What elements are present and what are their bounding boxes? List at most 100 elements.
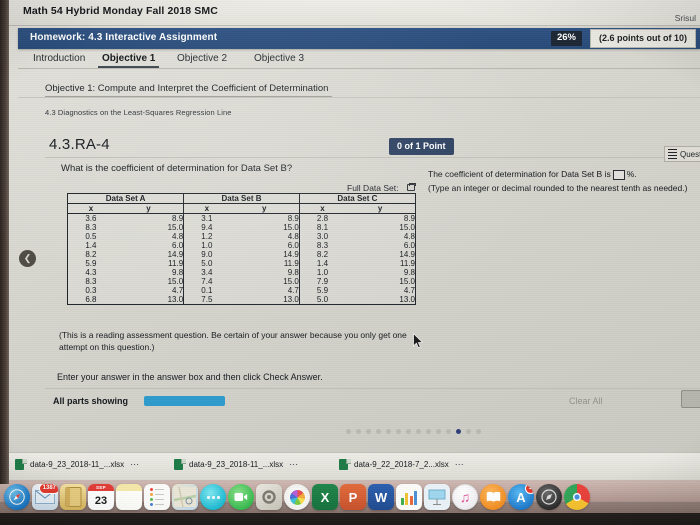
maps-icon[interactable] xyxy=(172,484,198,510)
download-item[interactable]: data-9_23_2018-11_...xlsx ⋯ xyxy=(15,459,140,470)
clear-all-button[interactable]: Clear All xyxy=(569,396,603,406)
next-question-button[interactable] xyxy=(681,390,700,408)
cell-by: 4.8 xyxy=(229,232,300,241)
pages-icon[interactable] xyxy=(116,484,142,510)
video-camera-icon xyxy=(234,493,248,501)
numbers-icon[interactable] xyxy=(396,484,422,510)
pager-dot[interactable] xyxy=(416,429,421,434)
excel-icon[interactable]: X xyxy=(312,484,338,510)
photos-icon[interactable] xyxy=(284,484,310,510)
cell-cy: 13.0 xyxy=(399,295,415,304)
user-name[interactable]: Srisul xyxy=(675,13,696,23)
presentation-icon xyxy=(428,489,446,505)
chrome-icon[interactable] xyxy=(564,484,590,510)
col-header-bx: x xyxy=(183,203,230,214)
monitor-bezel xyxy=(0,0,9,484)
table-row: 1.4 6.0 1.0 6.0 8.3 6.0 xyxy=(68,241,415,250)
finder-alt-icon[interactable] xyxy=(536,484,562,510)
ibooks-icon[interactable] xyxy=(480,484,506,510)
table-column-header-row: x y x y x y xyxy=(68,203,415,214)
cell-bx: 1.0 xyxy=(201,241,213,250)
mail-icon[interactable]: 1387 xyxy=(32,484,58,510)
word-icon[interactable]: W xyxy=(368,484,394,510)
facetime-icon[interactable] xyxy=(228,484,254,510)
col-header-ay: y xyxy=(113,203,185,214)
safari-icon[interactable] xyxy=(4,484,30,510)
itunes-icon[interactable]: ♫ xyxy=(452,484,478,510)
group-header-a: Data Set A xyxy=(68,194,185,204)
powerpoint-icon[interactable]: P xyxy=(340,484,366,510)
cell-ax: 5.9 xyxy=(85,259,97,268)
footer-divider xyxy=(45,388,700,389)
answer-panel: The coefficient of determination for Dat… xyxy=(428,168,700,195)
tab-introduction[interactable]: Introduction xyxy=(29,51,89,66)
pager-dot[interactable] xyxy=(436,429,441,434)
pager-dot[interactable] xyxy=(396,429,401,434)
pager-dot[interactable] xyxy=(446,429,451,434)
cell-cy: 4.8 xyxy=(403,232,415,241)
cell-cx: 1.0 xyxy=(316,268,329,277)
pager-dot[interactable] xyxy=(346,429,351,434)
table-group-header-row: Data Set A Data Set B Data Set C xyxy=(68,194,415,204)
cell-cy: 15.0 xyxy=(399,277,415,286)
popout-icon[interactable] xyxy=(407,183,416,191)
cell-bx: 5.0 xyxy=(201,259,213,268)
pager-dot[interactable] xyxy=(466,429,471,434)
tab-objective-1[interactable]: Objective 1 xyxy=(98,51,160,68)
cell-cy: 8.9 xyxy=(403,214,415,223)
cell-ax: 3.6 xyxy=(85,214,97,223)
pager-dot[interactable] xyxy=(476,429,481,434)
chat-dots-icon xyxy=(206,495,220,499)
question-pager[interactable] xyxy=(346,429,481,434)
download-menu-icon[interactable]: ⋯ xyxy=(455,459,465,470)
cell-cy: 14.9 xyxy=(399,250,415,259)
check-answer-button[interactable] xyxy=(144,396,225,406)
download-menu-icon[interactable]: ⋯ xyxy=(289,459,299,470)
pager-dot[interactable] xyxy=(426,429,431,434)
col-header-cy: y xyxy=(345,203,415,214)
calendar-icon[interactable]: SEP 23 xyxy=(88,484,114,510)
tab-objective-3[interactable]: Objective 3 xyxy=(250,51,308,66)
download-menu-icon[interactable]: ⋯ xyxy=(130,459,140,470)
question-help-button[interactable]: Question Help xyxy=(664,146,700,162)
download-filename: data-9_23_2018-11_...xlsx xyxy=(189,460,284,469)
download-item[interactable]: data-9_23_2018-11_...xlsx ⋯ xyxy=(174,459,299,470)
answer-input[interactable] xyxy=(612,169,625,180)
col-header-ax: x xyxy=(68,203,114,214)
contacts-icon[interactable] xyxy=(60,484,86,510)
download-item[interactable]: data-9_22_2018-7_2...xlsx ⋯ xyxy=(339,459,465,470)
pager-dot[interactable] xyxy=(376,429,381,434)
full-data-set-label: Full Data Set: xyxy=(347,183,399,193)
pager-dot-active[interactable] xyxy=(456,429,461,434)
cell-ay: 11.9 xyxy=(113,259,185,268)
pager-dot[interactable] xyxy=(386,429,391,434)
pager-dot[interactable] xyxy=(356,429,361,434)
cell-bx: 3.4 xyxy=(201,268,213,277)
question-number: 4.3.RA-4 xyxy=(49,136,110,153)
reminders-icon[interactable] xyxy=(144,484,170,510)
question-help-label: Question Help xyxy=(680,149,700,159)
table-row: 8.3 15.0 9.4 15.0 8.1 15.0 xyxy=(68,223,415,232)
excel-file-icon xyxy=(174,459,186,470)
download-filename: data-9_23_2018-11_...xlsx xyxy=(30,460,125,469)
cell-by: 4.7 xyxy=(229,286,300,295)
pager-dot[interactable] xyxy=(366,429,371,434)
group-header-c: Data Set C xyxy=(299,194,415,204)
pager-dot[interactable] xyxy=(406,429,411,434)
app-store-icon[interactable]: A 1 xyxy=(508,484,534,510)
cell-cx: 5.9 xyxy=(316,286,329,295)
cell-by: 15.0 xyxy=(229,223,300,232)
cell-bx: 0.1 xyxy=(201,286,213,295)
objective-divider xyxy=(18,97,700,98)
collapse-left-button[interactable]: ❮ xyxy=(19,250,36,267)
messages-icon[interactable] xyxy=(200,484,226,510)
system-preferences-icon[interactable] xyxy=(256,484,282,510)
tab-objective-2[interactable]: Objective 2 xyxy=(173,51,231,66)
keynote-icon[interactable] xyxy=(424,484,450,510)
table-row: 5.9 11.9 5.0 11.9 1.4 11.9 xyxy=(68,259,415,268)
cell-ay: 15.0 xyxy=(113,277,185,286)
cell-cx: 8.3 xyxy=(316,241,329,250)
cell-cx: 5.0 xyxy=(316,295,329,304)
objective-tabs: Introduction Objective 1 Objective 2 Obj… xyxy=(18,49,700,69)
cell-ay: 15.0 xyxy=(113,223,185,232)
